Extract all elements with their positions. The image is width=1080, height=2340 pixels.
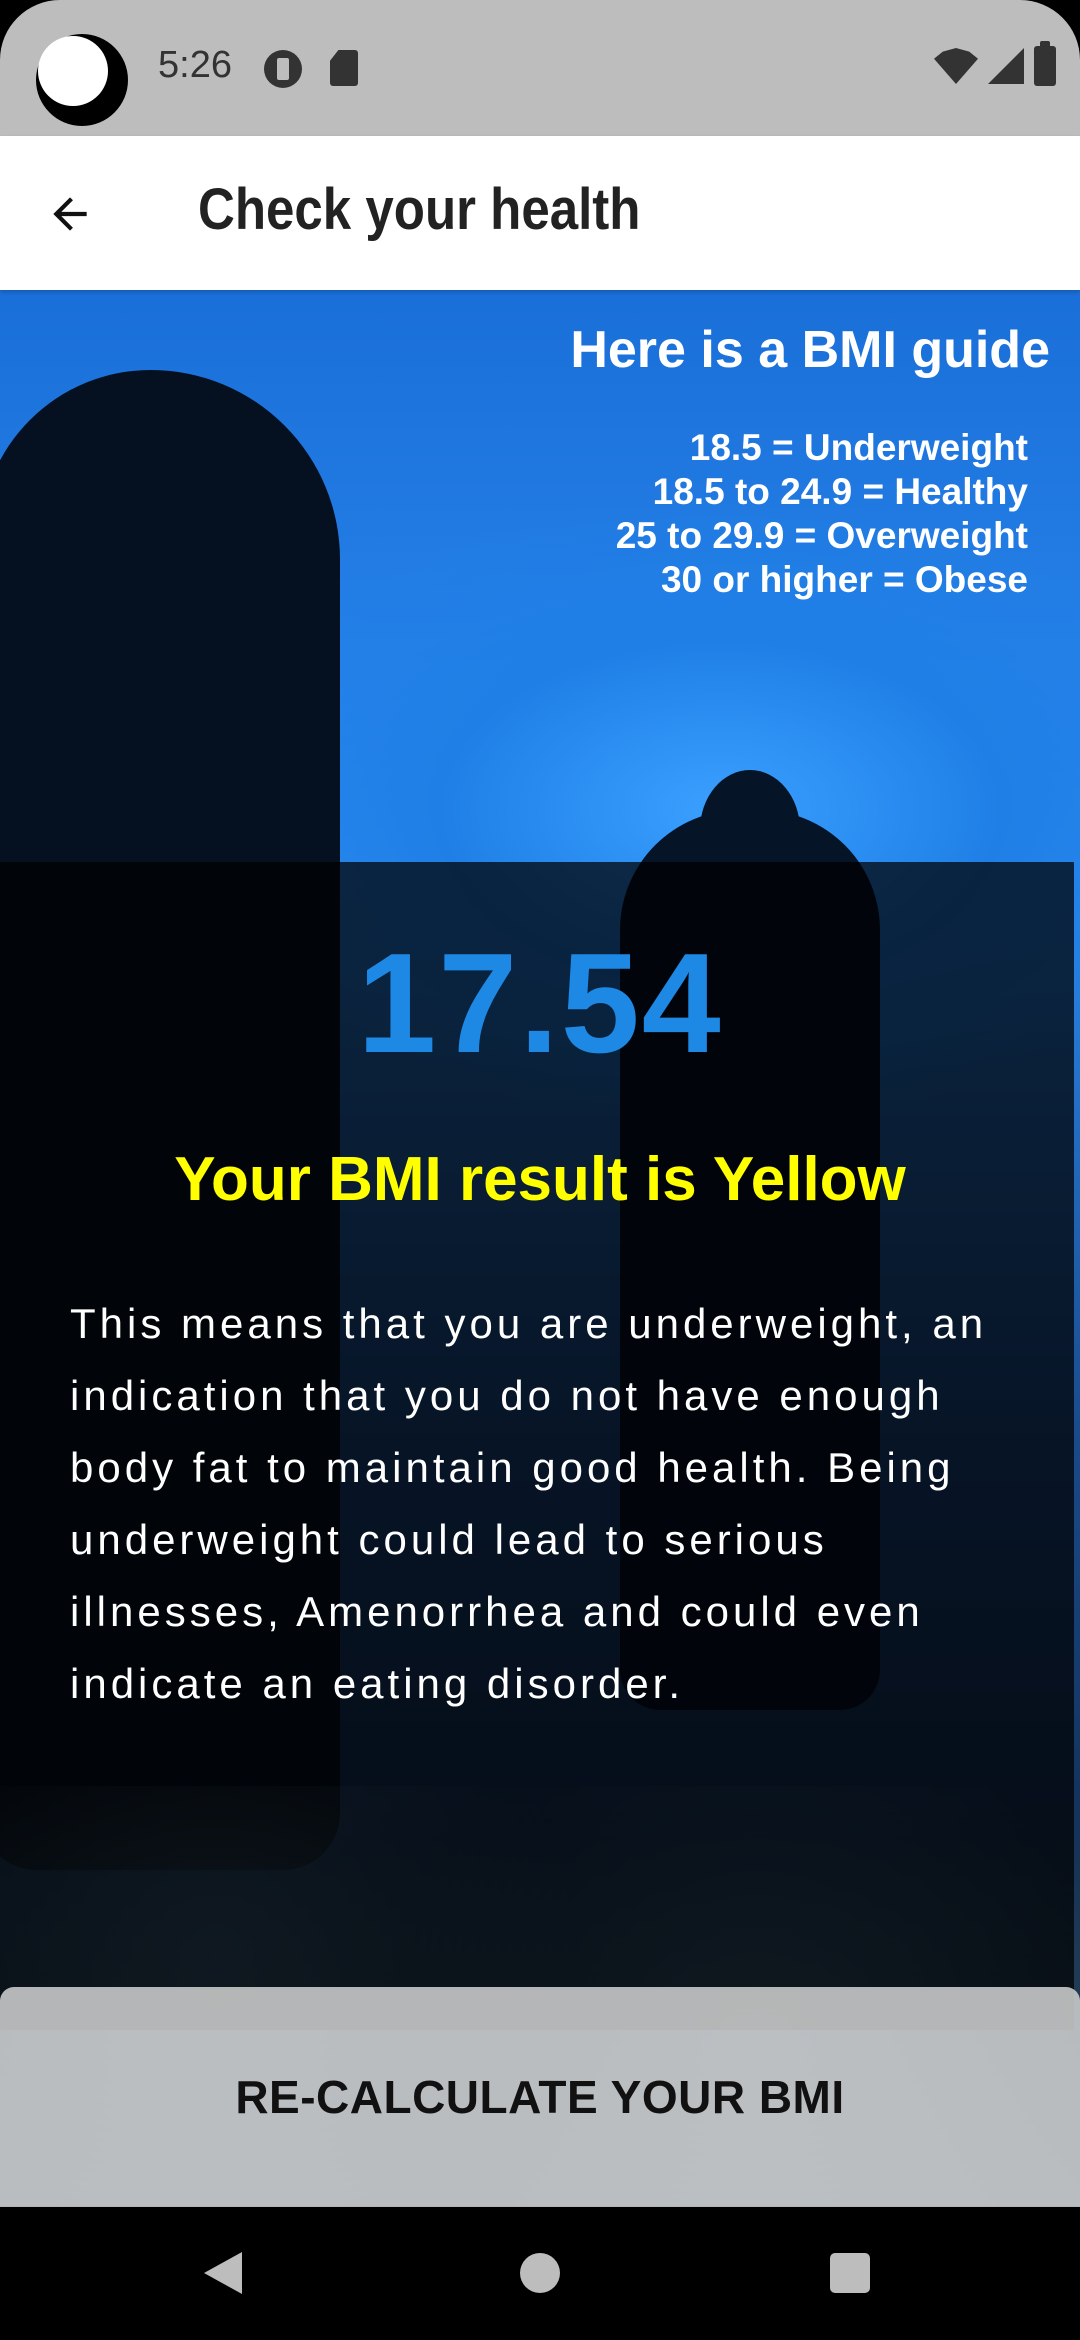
cell-signal-icon: [988, 48, 1024, 84]
arrow-left-icon: [53, 197, 87, 231]
recalculate-bmi-button[interactable]: RE-CALCULATE YOUR BMI: [0, 1987, 1080, 2207]
app-bar: Check your health: [0, 136, 1080, 290]
bmi-guide-list: 18.5 = Underweight 18.5 to 24.9 = Health…: [616, 426, 1028, 602]
camera-cutout: [36, 34, 128, 126]
notification-p-icon: [264, 50, 302, 88]
phone-screen: 5:26 Check your health Here is a BMI gui…: [0, 0, 1080, 2340]
nav-recents-icon[interactable]: [830, 2253, 870, 2293]
status-right-icons: [934, 41, 1056, 86]
system-nav-bar: [0, 2207, 1080, 2340]
bmi-result-card: 17.54 Your BMI result is Yellow This mea…: [0, 862, 1074, 2030]
bmi-guide-item: 25 to 29.9 = Overweight: [615, 515, 1028, 556]
bmi-result-label: Your BMI result is Yellow: [174, 1145, 906, 1214]
wifi-icon: [934, 48, 978, 84]
battery-icon: [1034, 41, 1056, 86]
bmi-guide-item: 18.5 to 24.9 = Healthy: [652, 471, 1028, 512]
nav-back-icon[interactable]: [204, 2252, 242, 2294]
status-bar: 5:26: [0, 0, 1080, 136]
page-title: Check your health: [198, 177, 641, 242]
main-content: Here is a BMI guide 18.5 = Underweight 1…: [0, 290, 1080, 2206]
bmi-value: 17.54: [357, 924, 723, 1083]
recalculate-bmi-label: RE-CALCULATE YOUR BMI: [235, 2071, 845, 2123]
bmi-guide-title: Here is a BMI guide: [570, 321, 1050, 379]
nav-home-icon[interactable]: [520, 2253, 560, 2293]
bmi-guide-item: 30 or higher = Obese: [660, 559, 1028, 600]
status-time: 5:26: [158, 44, 232, 86]
sd-card-icon: [330, 50, 358, 86]
bmi-result-description: This means that you are underweight, an …: [70, 1300, 988, 1707]
bmi-guide-item: 18.5 = Underweight: [689, 427, 1028, 468]
back-button[interactable]: [30, 174, 110, 254]
